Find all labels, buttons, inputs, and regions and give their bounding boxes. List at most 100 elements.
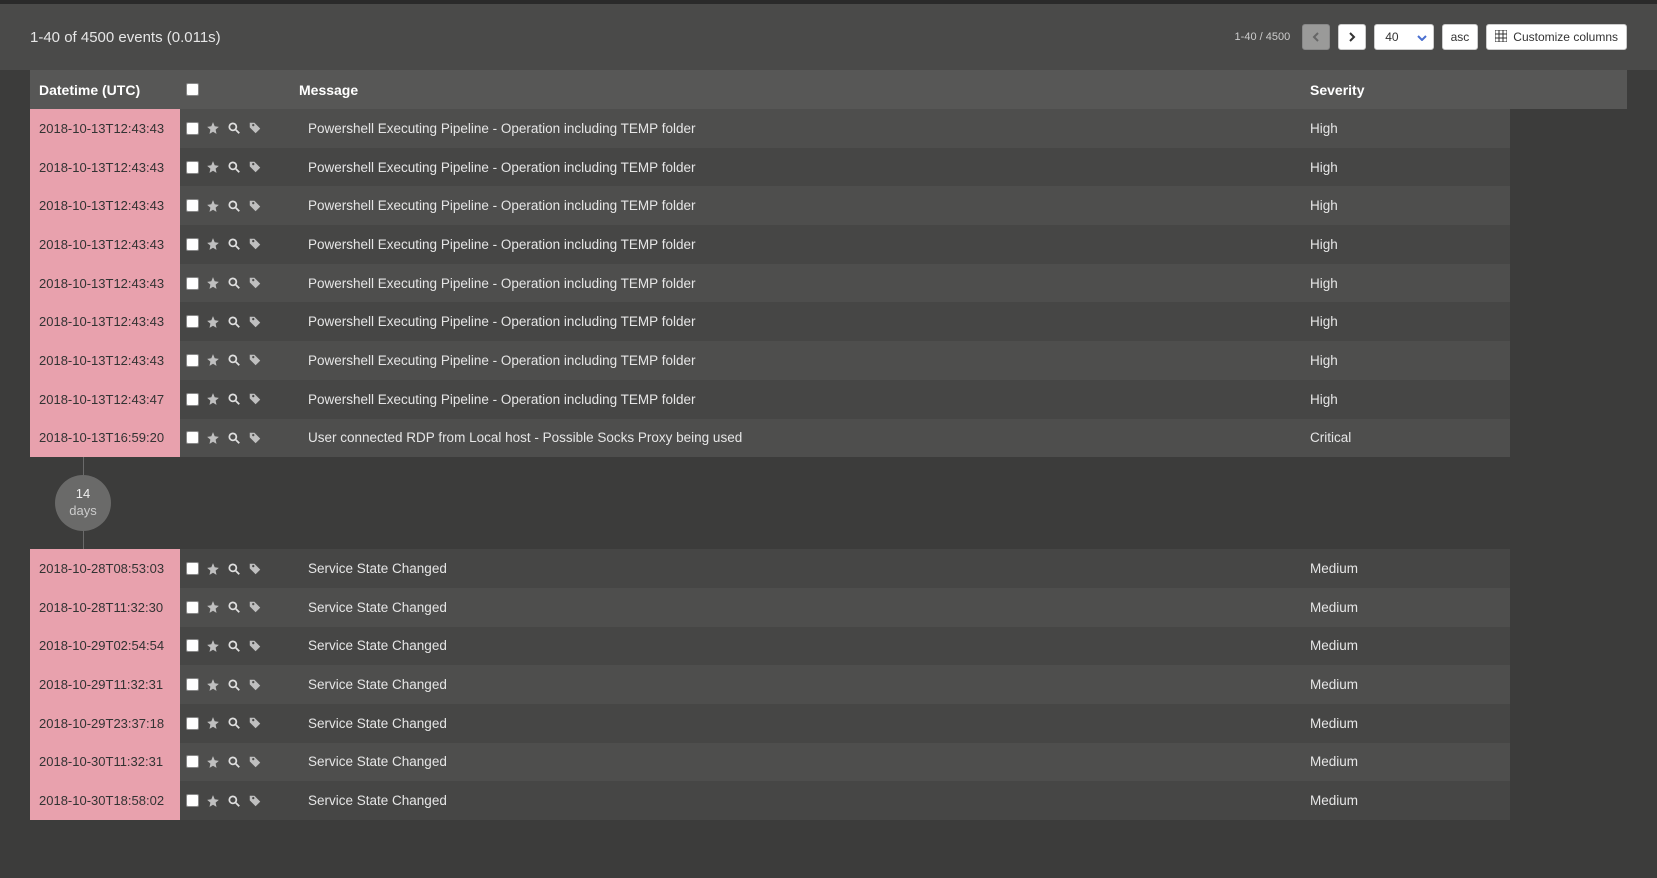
row-checkbox[interactable] (186, 122, 199, 135)
search-icon[interactable] (227, 160, 241, 174)
tag-icon[interactable] (248, 160, 262, 174)
search-icon[interactable] (227, 315, 241, 329)
table-row[interactable]: 2018-10-28T11:32:30Service State Changed… (30, 588, 1627, 627)
star-icon[interactable] (206, 199, 220, 213)
tag-icon[interactable] (248, 237, 262, 251)
cell-datetime: 2018-10-28T11:32:30 (30, 588, 180, 627)
star-icon[interactable] (206, 276, 220, 290)
select-all-checkbox[interactable] (186, 83, 199, 96)
search-icon[interactable] (227, 276, 241, 290)
row-checkbox[interactable] (186, 354, 199, 367)
row-checkbox[interactable] (186, 794, 199, 807)
col-select-all (180, 83, 290, 96)
table-row[interactable]: 2018-10-13T12:43:43Powershell Executing … (30, 109, 1627, 148)
star-icon[interactable] (206, 716, 220, 730)
row-checkbox[interactable] (186, 678, 199, 691)
tag-icon[interactable] (248, 276, 262, 290)
search-icon[interactable] (227, 716, 241, 730)
tag-icon[interactable] (248, 315, 262, 329)
tag-icon[interactable] (248, 716, 262, 730)
tag-icon[interactable] (248, 678, 262, 692)
cell-severity: Medium (1310, 743, 1510, 782)
star-icon[interactable] (206, 121, 220, 135)
search-icon[interactable] (227, 562, 241, 576)
table-row[interactable]: 2018-10-30T18:58:02Service State Changed… (30, 781, 1627, 820)
table-row[interactable]: 2018-10-13T12:43:43Powershell Executing … (30, 225, 1627, 264)
star-icon[interactable] (206, 794, 220, 808)
sort-order-button[interactable]: asc (1442, 24, 1479, 50)
col-severity[interactable]: Severity (1310, 82, 1510, 98)
cell-datetime: 2018-10-13T12:43:47 (30, 380, 180, 419)
search-icon[interactable] (227, 678, 241, 692)
table-row[interactable]: 2018-10-13T16:59:20User connected RDP fr… (30, 419, 1627, 458)
events-table: Datetime (UTC) Message Severity 2018-10-… (30, 70, 1627, 820)
tag-icon[interactable] (248, 600, 262, 614)
tag-icon[interactable] (248, 431, 262, 445)
cell-datetime: 2018-10-28T08:53:03 (30, 549, 180, 588)
table-row[interactable]: 2018-10-13T12:43:43Powershell Executing … (30, 148, 1627, 187)
search-icon[interactable] (227, 237, 241, 251)
search-icon[interactable] (227, 392, 241, 406)
search-icon[interactable] (227, 600, 241, 614)
star-icon[interactable] (206, 392, 220, 406)
star-icon[interactable] (206, 755, 220, 769)
row-checkbox[interactable] (186, 562, 199, 575)
tag-icon[interactable] (248, 121, 262, 135)
search-icon[interactable] (227, 639, 241, 653)
tag-icon[interactable] (248, 353, 262, 367)
tag-icon[interactable] (248, 562, 262, 576)
table-row[interactable]: 2018-10-13T12:43:43Powershell Executing … (30, 341, 1627, 380)
row-checkbox[interactable] (186, 199, 199, 212)
tag-icon[interactable] (248, 794, 262, 808)
search-icon[interactable] (227, 794, 241, 808)
cell-datetime: 2018-10-13T12:43:43 (30, 148, 180, 187)
tag-icon[interactable] (248, 392, 262, 406)
search-icon[interactable] (227, 431, 241, 445)
search-icon[interactable] (227, 199, 241, 213)
row-checkbox[interactable] (186, 717, 199, 730)
row-checkbox[interactable] (186, 755, 199, 768)
tag-icon[interactable] (248, 755, 262, 769)
star-icon[interactable] (206, 639, 220, 653)
table-row[interactable]: 2018-10-13T12:43:43Powershell Executing … (30, 302, 1627, 341)
row-checkbox[interactable] (186, 277, 199, 290)
row-checkbox[interactable] (186, 161, 199, 174)
cell-severity: High (1310, 225, 1510, 264)
row-checkbox[interactable] (186, 431, 199, 444)
table-row[interactable]: 2018-10-13T12:43:43Powershell Executing … (30, 186, 1627, 225)
row-checkbox[interactable] (186, 601, 199, 614)
tag-icon[interactable] (248, 199, 262, 213)
star-icon[interactable] (206, 237, 220, 251)
star-icon[interactable] (206, 160, 220, 174)
table-row[interactable]: 2018-10-30T11:32:31Service State Changed… (30, 743, 1627, 782)
cell-actions (180, 302, 290, 341)
tag-icon[interactable] (248, 639, 262, 653)
row-checkbox[interactable] (186, 393, 199, 406)
star-icon[interactable] (206, 315, 220, 329)
row-checkbox[interactable] (186, 639, 199, 652)
row-checkbox[interactable] (186, 238, 199, 251)
table-row[interactable]: 2018-10-13T12:43:43Powershell Executing … (30, 264, 1627, 303)
table-row[interactable]: 2018-10-13T12:43:47Powershell Executing … (30, 380, 1627, 419)
cell-datetime: 2018-10-13T16:59:20 (30, 419, 180, 458)
star-icon[interactable] (206, 562, 220, 576)
row-checkbox[interactable] (186, 315, 199, 328)
cell-actions (180, 186, 290, 225)
table-row[interactable]: 2018-10-29T02:54:54Service State Changed… (30, 627, 1627, 666)
search-icon[interactable] (227, 121, 241, 135)
search-icon[interactable] (227, 353, 241, 367)
star-icon[interactable] (206, 431, 220, 445)
star-icon[interactable] (206, 353, 220, 367)
customize-columns-button[interactable]: Customize columns (1486, 24, 1627, 50)
star-icon[interactable] (206, 678, 220, 692)
next-page-button[interactable] (1338, 24, 1366, 50)
col-message[interactable]: Message (290, 82, 1310, 98)
col-datetime[interactable]: Datetime (UTC) (30, 82, 180, 98)
prev-page-button[interactable] (1302, 24, 1330, 50)
star-icon[interactable] (206, 600, 220, 614)
table-row[interactable]: 2018-10-29T11:32:31Service State Changed… (30, 665, 1627, 704)
search-icon[interactable] (227, 755, 241, 769)
table-row[interactable]: 2018-10-28T08:53:03Service State Changed… (30, 549, 1627, 588)
table-row[interactable]: 2018-10-29T23:37:18Service State Changed… (30, 704, 1627, 743)
page-size-select[interactable]: 40 (1374, 24, 1433, 50)
